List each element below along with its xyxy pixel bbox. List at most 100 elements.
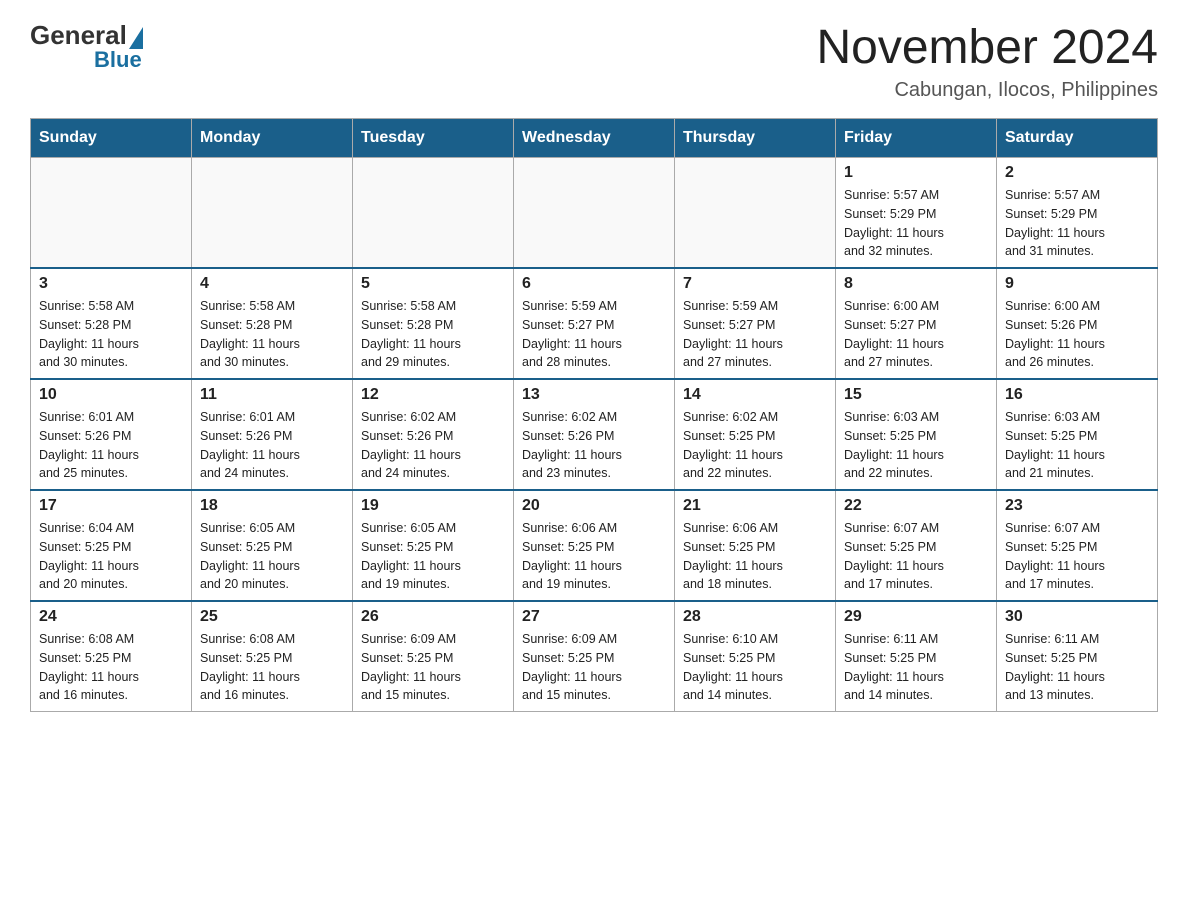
day-info: Sunrise: 6:07 AMSunset: 5:25 PMDaylight:… — [844, 519, 988, 594]
calendar-cell: 29 Sunrise: 6:11 AMSunset: 5:25 PMDayligh… — [836, 601, 997, 712]
weekday-header-sunday: Sunday — [31, 119, 192, 158]
calendar-cell: 28 Sunrise: 6:10 AMSunset: 5:25 PMDayligh… — [675, 601, 836, 712]
calendar-cell — [514, 158, 675, 269]
day-info: Sunrise: 6:11 AMSunset: 5:25 PMDaylight:… — [1005, 630, 1149, 705]
weekday-header-wednesday: Wednesday — [514, 119, 675, 158]
day-info: Sunrise: 6:02 AMSunset: 5:26 PMDaylight:… — [361, 408, 505, 483]
day-number: 25 — [200, 608, 344, 626]
calendar-week-row: 10 Sunrise: 6:01 AMSunset: 5:26 PMDayligh… — [31, 379, 1158, 490]
day-number: 12 — [361, 386, 505, 404]
day-number: 7 — [683, 275, 827, 293]
calendar-week-row: 17 Sunrise: 6:04 AMSunset: 5:25 PMDayligh… — [31, 490, 1158, 601]
day-info: Sunrise: 6:00 AMSunset: 5:26 PMDaylight:… — [1005, 297, 1149, 372]
calendar-cell: 30 Sunrise: 6:11 AMSunset: 5:25 PMDayligh… — [997, 601, 1158, 712]
day-info: Sunrise: 5:59 AMSunset: 5:27 PMDaylight:… — [683, 297, 827, 372]
day-info: Sunrise: 5:58 AMSunset: 5:28 PMDaylight:… — [361, 297, 505, 372]
calendar-cell: 21 Sunrise: 6:06 AMSunset: 5:25 PMDayligh… — [675, 490, 836, 601]
day-info: Sunrise: 6:05 AMSunset: 5:25 PMDaylight:… — [361, 519, 505, 594]
calendar-table: SundayMondayTuesdayWednesdayThursdayFrid… — [30, 118, 1158, 712]
day-number: 1 — [844, 164, 988, 182]
calendar-cell: 15 Sunrise: 6:03 AMSunset: 5:25 PMDayligh… — [836, 379, 997, 490]
day-number: 4 — [200, 275, 344, 293]
day-info: Sunrise: 5:58 AMSunset: 5:28 PMDaylight:… — [39, 297, 183, 372]
weekday-header-saturday: Saturday — [997, 119, 1158, 158]
calendar-cell: 16 Sunrise: 6:03 AMSunset: 5:25 PMDayligh… — [997, 379, 1158, 490]
weekday-header-tuesday: Tuesday — [353, 119, 514, 158]
calendar-cell: 22 Sunrise: 6:07 AMSunset: 5:25 PMDayligh… — [836, 490, 997, 601]
day-info: Sunrise: 5:58 AMSunset: 5:28 PMDaylight:… — [200, 297, 344, 372]
day-number: 22 — [844, 497, 988, 515]
calendar-cell: 17 Sunrise: 6:04 AMSunset: 5:25 PMDayligh… — [31, 490, 192, 601]
day-number: 15 — [844, 386, 988, 404]
day-info: Sunrise: 6:03 AMSunset: 5:25 PMDaylight:… — [844, 408, 988, 483]
day-number: 10 — [39, 386, 183, 404]
day-info: Sunrise: 6:07 AMSunset: 5:25 PMDaylight:… — [1005, 519, 1149, 594]
day-number: 3 — [39, 275, 183, 293]
day-number: 28 — [683, 608, 827, 626]
day-info: Sunrise: 5:57 AMSunset: 5:29 PMDaylight:… — [1005, 186, 1149, 261]
day-info: Sunrise: 6:11 AMSunset: 5:25 PMDaylight:… — [844, 630, 988, 705]
logo-triangle-icon — [129, 27, 143, 49]
page-subtitle: Cabungan, Ilocos, Philippines — [816, 79, 1158, 102]
day-info: Sunrise: 6:09 AMSunset: 5:25 PMDaylight:… — [361, 630, 505, 705]
day-number: 18 — [200, 497, 344, 515]
day-number: 9 — [1005, 275, 1149, 293]
day-info: Sunrise: 6:02 AMSunset: 5:26 PMDaylight:… — [522, 408, 666, 483]
day-number: 17 — [39, 497, 183, 515]
day-info: Sunrise: 6:09 AMSunset: 5:25 PMDaylight:… — [522, 630, 666, 705]
day-number: 27 — [522, 608, 666, 626]
day-info: Sunrise: 6:01 AMSunset: 5:26 PMDaylight:… — [39, 408, 183, 483]
calendar-cell: 26 Sunrise: 6:09 AMSunset: 5:25 PMDayligh… — [353, 601, 514, 712]
day-info: Sunrise: 6:06 AMSunset: 5:25 PMDaylight:… — [522, 519, 666, 594]
day-info: Sunrise: 6:01 AMSunset: 5:26 PMDaylight:… — [200, 408, 344, 483]
day-number: 30 — [1005, 608, 1149, 626]
calendar-cell: 4 Sunrise: 5:58 AMSunset: 5:28 PMDaylight… — [192, 268, 353, 379]
day-number: 2 — [1005, 164, 1149, 182]
title-area: November 2024 Cabungan, Ilocos, Philippi… — [816, 20, 1158, 102]
calendar-cell: 7 Sunrise: 5:59 AMSunset: 5:27 PMDaylight… — [675, 268, 836, 379]
day-number: 13 — [522, 386, 666, 404]
logo-blue-text: Blue — [94, 47, 142, 73]
day-info: Sunrise: 6:02 AMSunset: 5:25 PMDaylight:… — [683, 408, 827, 483]
day-number: 6 — [522, 275, 666, 293]
day-info: Sunrise: 6:03 AMSunset: 5:25 PMDaylight:… — [1005, 408, 1149, 483]
calendar-cell: 6 Sunrise: 5:59 AMSunset: 5:27 PMDaylight… — [514, 268, 675, 379]
calendar-week-row: 3 Sunrise: 5:58 AMSunset: 5:28 PMDaylight… — [31, 268, 1158, 379]
day-info: Sunrise: 6:08 AMSunset: 5:25 PMDaylight:… — [200, 630, 344, 705]
calendar-cell: 1Sunrise: 5:57 AMSunset: 5:29 PMDaylight… — [836, 158, 997, 269]
day-info: Sunrise: 5:59 AMSunset: 5:27 PMDaylight:… — [522, 297, 666, 372]
day-number: 24 — [39, 608, 183, 626]
calendar-cell: 11 Sunrise: 6:01 AMSunset: 5:26 PMDayligh… — [192, 379, 353, 490]
day-number: 26 — [361, 608, 505, 626]
day-number: 19 — [361, 497, 505, 515]
day-info: Sunrise: 6:04 AMSunset: 5:25 PMDaylight:… — [39, 519, 183, 594]
calendar-cell — [192, 158, 353, 269]
day-info: Sunrise: 6:10 AMSunset: 5:25 PMDaylight:… — [683, 630, 827, 705]
calendar-cell: 5 Sunrise: 5:58 AMSunset: 5:28 PMDaylight… — [353, 268, 514, 379]
calendar-cell: 27 Sunrise: 6:09 AMSunset: 5:25 PMDayligh… — [514, 601, 675, 712]
weekday-header-thursday: Thursday — [675, 119, 836, 158]
weekday-header-friday: Friday — [836, 119, 997, 158]
calendar-cell: 25 Sunrise: 6:08 AMSunset: 5:25 PMDayligh… — [192, 601, 353, 712]
day-number: 11 — [200, 386, 344, 404]
day-info: Sunrise: 6:05 AMSunset: 5:25 PMDaylight:… — [200, 519, 344, 594]
calendar-cell: 19 Sunrise: 6:05 AMSunset: 5:25 PMDayligh… — [353, 490, 514, 601]
day-info: Sunrise: 6:00 AMSunset: 5:27 PMDaylight:… — [844, 297, 988, 372]
calendar-week-row: 1 Sunrise: 5:57 AMSunset: 5:29 PMDaylight… — [31, 158, 1158, 269]
calendar-cell — [353, 158, 514, 269]
day-number: 21 — [683, 497, 827, 515]
calendar-header-row: SundayMondayTuesdayWednesdayThursdayFrid… — [31, 119, 1158, 158]
day-number: 5 — [361, 275, 505, 293]
day-info: Sunrise: 6:06 AMSunset: 5:25 PMDaylight:… — [683, 519, 827, 594]
calendar-cell: 12 Sunrise: 6:02 AMSunset: 5:26 PMDayligh… — [353, 379, 514, 490]
calendar-cell: 2 Sunrise: 5:57 AMSunset: 5:29 PMDaylight… — [997, 158, 1158, 269]
calendar-week-row: 24 Sunrise: 6:08 AMSunset: 5:25 PMDayligh… — [31, 601, 1158, 712]
calendar-cell: 3 Sunrise: 5:58 AMSunset: 5:28 PMDaylight… — [31, 268, 192, 379]
day-number: 16 — [1005, 386, 1149, 404]
header: General Blue November 2024 Cabungan, Ilo… — [30, 20, 1158, 102]
day-number: 29 — [844, 608, 988, 626]
logo: General Blue — [30, 20, 143, 73]
day-number: 14 — [683, 386, 827, 404]
day-info: Sunrise: 6:08 AMSunset: 5:25 PMDaylight:… — [39, 630, 183, 705]
calendar-cell: 20Sunrise: 6:06 AMSunset: 5:25 PMDayligh… — [514, 490, 675, 601]
